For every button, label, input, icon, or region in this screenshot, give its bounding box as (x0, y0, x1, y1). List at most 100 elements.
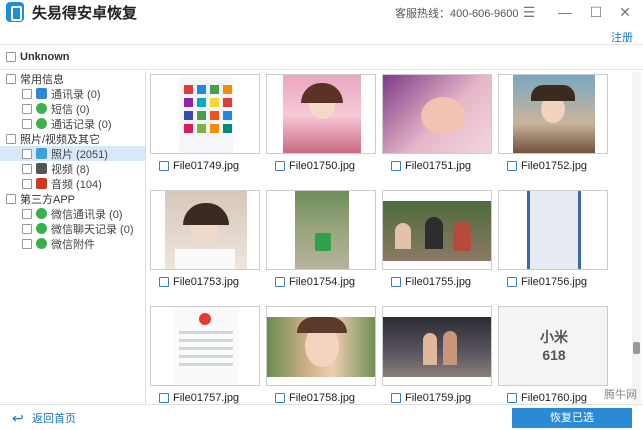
photo-tile[interactable]: File01753.jpg (150, 190, 262, 288)
sidebar-item-contacts[interactable]: 通讯录 (0) (0, 86, 145, 101)
group-label: 常用信息 (20, 73, 64, 86)
photo-tile[interactable]: File01752.jpg (498, 74, 610, 172)
photo-tile[interactable]: File01756.jpg (498, 190, 610, 288)
file-name: File01749.jpg (173, 160, 240, 172)
sidebar-item-label: 音频 (104) (51, 178, 102, 191)
item-checkbox[interactable] (22, 208, 32, 219)
group-checkbox[interactable] (6, 73, 16, 84)
xiaomi-618-image: 小米 618 (499, 307, 607, 385)
contacts-icon (36, 88, 47, 99)
vertical-scrollbar[interactable] (632, 72, 641, 404)
item-checkbox[interactable] (22, 163, 32, 174)
file-name: File01750.jpg (289, 160, 356, 172)
file-name: File01751.jpg (405, 160, 472, 172)
file-checkbox[interactable] (507, 393, 517, 403)
wechat-icon (36, 208, 47, 219)
item-checkbox[interactable] (22, 238, 32, 249)
sidebar-item-label: 通讯录 (0) (51, 88, 101, 101)
back-home-link[interactable]: 返回首页 (32, 410, 76, 426)
scrollbar-thumb[interactable] (633, 342, 640, 354)
document-screenshot-image (173, 307, 239, 385)
photo-thumbnail[interactable] (266, 74, 376, 154)
app-window: 失易得安卓恢复 客服热线：400-606-9600 ☰ — ☐ ✕ 注册 Unk… (0, 0, 643, 430)
sidebar-item-sms[interactable]: 短信 (0) (0, 101, 145, 116)
file-checkbox[interactable] (275, 161, 285, 171)
group-label: 照片/视频及其它 (20, 133, 101, 146)
photo-thumbnail[interactable] (382, 74, 492, 154)
item-checkbox[interactable] (22, 103, 32, 114)
photo-thumbnail[interactable] (150, 190, 260, 270)
photo-tile[interactable]: File01759.jpg (382, 306, 494, 404)
photo-thumbnail[interactable] (498, 74, 608, 154)
photo-thumbnail[interactable] (150, 306, 260, 386)
item-checkbox[interactable] (22, 178, 32, 189)
file-checkbox[interactable] (159, 161, 169, 171)
photo-tile[interactable]: File01754.jpg (266, 190, 378, 288)
photo-tile[interactable]: File01751.jpg (382, 74, 494, 172)
group-common-info[interactable]: 常用信息 (0, 71, 145, 86)
sidebar-item-wechat-contacts[interactable]: 微信通讯录 (0) (0, 206, 145, 221)
wechat-icon (36, 223, 47, 234)
item-checkbox[interactable] (22, 223, 32, 234)
sidebar-item-videos[interactable]: 视频 (8) (0, 161, 145, 176)
photo-tile[interactable]: File01750.jpg (266, 74, 378, 172)
photo-thumbnail[interactable]: 小米 618 (498, 306, 608, 386)
photo-thumbnail[interactable] (382, 190, 492, 270)
file-name: File01755.jpg (405, 276, 472, 288)
group-checkbox[interactable] (6, 133, 16, 144)
photo-thumbnail[interactable] (150, 74, 260, 154)
photo-tile[interactable]: File01755.jpg (382, 190, 494, 288)
minimize-icon[interactable]: — (556, 3, 574, 21)
item-checkbox[interactable] (22, 88, 32, 99)
sidebar-item-wechat-attachments[interactable]: 微信附件 (0, 236, 145, 251)
close-icon[interactable]: ✕ (616, 3, 634, 21)
file-checkbox[interactable] (391, 393, 401, 403)
photo-tile[interactable]: File01749.jpg (150, 74, 262, 172)
sidebar-item-wechat-chats[interactable]: 微信聊天记录 (0) (0, 221, 145, 236)
back-arrow-icon[interactable]: ↩ (12, 411, 26, 425)
thumb-text: 618 (542, 347, 566, 363)
item-checkbox[interactable] (22, 118, 32, 129)
file-checkbox[interactable] (159, 277, 169, 287)
group-photo-video[interactable]: 照片/视频及其它 (0, 131, 145, 146)
thumb-text: 小米 (540, 329, 568, 345)
photo-thumbnail[interactable] (266, 306, 376, 386)
maximize-icon[interactable]: ☐ (587, 3, 605, 21)
file-name: File01758.jpg (289, 392, 356, 404)
menu-icon[interactable]: ☰ (520, 3, 538, 21)
sidebar-item-audio[interactable]: 音频 (104) (0, 176, 145, 191)
photo-thumbnail[interactable] (498, 190, 608, 270)
file-name: File01752.jpg (521, 160, 588, 172)
file-checkbox[interactable] (391, 161, 401, 171)
file-checkbox[interactable] (159, 393, 169, 403)
sidebar-item-photos[interactable]: 照片 (2051) (0, 146, 145, 161)
file-checkbox[interactable] (275, 393, 285, 403)
app-logo-icon (6, 2, 24, 22)
file-checkbox[interactable] (391, 277, 401, 287)
photo-tile[interactable]: File01757.jpg (150, 306, 262, 404)
sidebar-item-label: 视频 (8) (51, 163, 90, 176)
sidebar-item-call-log[interactable]: 通话记录 (0) (0, 116, 145, 131)
video-icon (36, 163, 47, 174)
file-checkbox[interactable] (507, 277, 517, 287)
photo-icon (36, 148, 47, 159)
sidebar-item-label: 微信聊天记录 (0) (51, 223, 134, 236)
photo-thumbnail[interactable] (266, 190, 376, 270)
group-checkbox[interactable] (6, 193, 16, 204)
photo-thumbnail[interactable] (382, 306, 492, 386)
group-label: 第三方APP (20, 193, 76, 206)
photo-tile[interactable]: 小米 618 File01760.jpg (498, 306, 610, 404)
recover-button[interactable]: 恢复已选 (512, 408, 632, 428)
file-checkbox[interactable] (275, 277, 285, 287)
photo-tile[interactable]: File01758.jpg (266, 306, 378, 404)
item-checkbox[interactable] (22, 148, 32, 159)
group-third-party-apps[interactable]: 第三方APP (0, 191, 145, 206)
sms-icon (36, 103, 47, 114)
file-name: File01754.jpg (289, 276, 356, 288)
file-name: File01756.jpg (521, 276, 588, 288)
unknown-checkbox[interactable] (6, 52, 16, 62)
wechat-icon (36, 238, 47, 249)
watermark-text: 腾牛网 (604, 389, 637, 401)
file-checkbox[interactable] (507, 161, 517, 171)
register-link[interactable]: 注册 (611, 29, 633, 45)
